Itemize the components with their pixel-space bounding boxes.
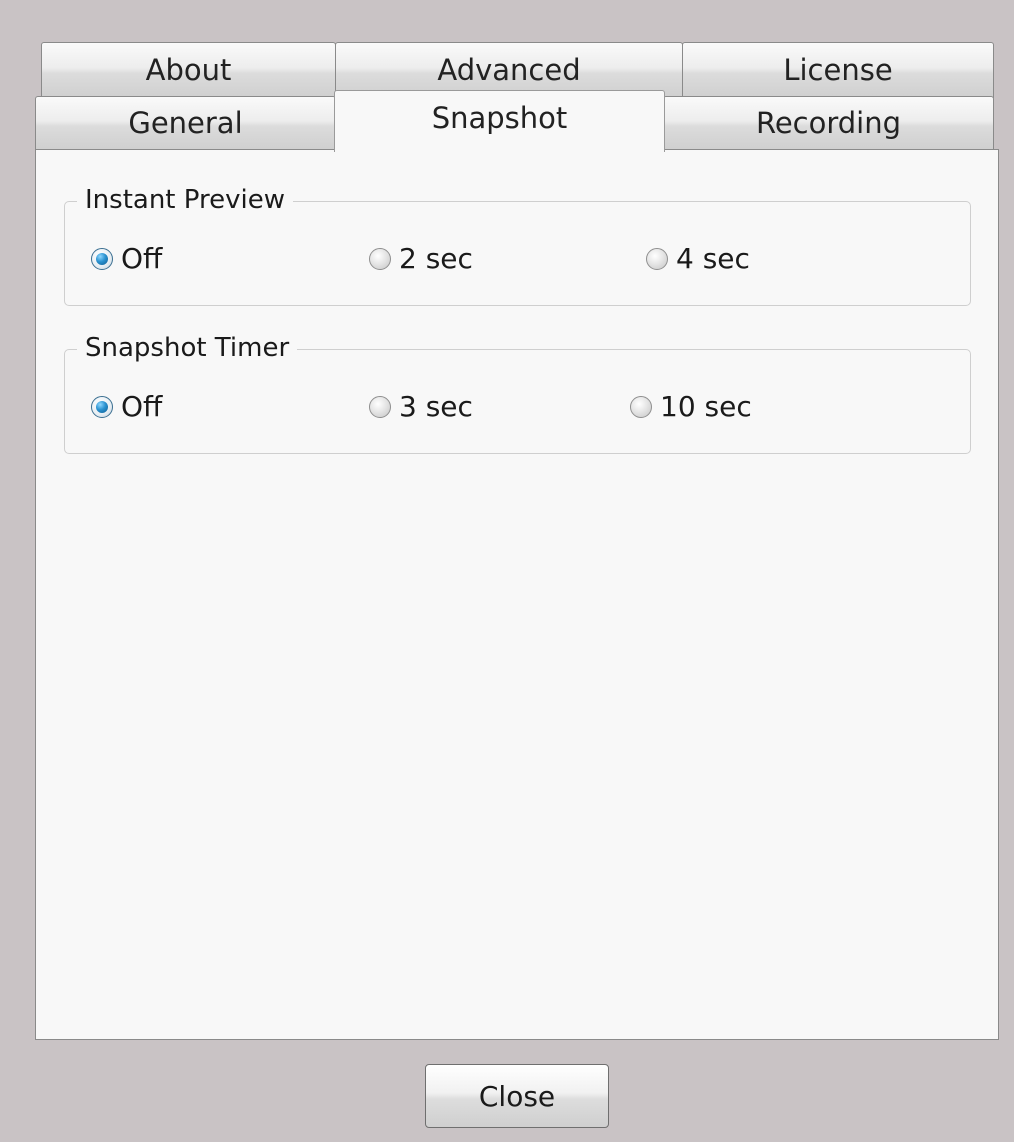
instant-preview-title: Instant Preview — [77, 184, 293, 216]
radio-unchecked-icon[interactable] — [646, 247, 668, 270]
instant-preview-2sec-label: 2 sec — [399, 242, 473, 275]
snapshot-timer-10sec-label: 10 sec — [660, 390, 752, 423]
instant-preview-off-label: Off — [121, 242, 163, 275]
snapshot-timer-off-label: Off — [121, 390, 163, 423]
settings-dialog: About Advanced License General Snapshot … — [0, 0, 1014, 1142]
tab-snapshot[interactable]: Snapshot — [334, 90, 665, 152]
tab-about[interactable]: About — [41, 42, 336, 98]
instant-preview-4sec-option[interactable]: 4 sec — [646, 242, 750, 275]
instant-preview-2sec-option[interactable]: 2 sec — [369, 242, 473, 275]
snapshot-timer-3sec-label: 3 sec — [399, 390, 473, 423]
tab-general[interactable]: General — [35, 96, 336, 150]
snapshot-timer-off-option[interactable]: Off — [91, 390, 162, 423]
tab-advanced-label: Advanced — [437, 53, 581, 87]
dialog-top-edge — [8, 0, 1014, 10]
tab-snapshot-label: Snapshot — [431, 101, 568, 135]
instant-preview-group: Instant Preview Off 2 sec 4 sec — [64, 184, 971, 306]
tab-recording-label: Recording — [755, 106, 902, 140]
tab-about-label: About — [145, 53, 232, 87]
snapshot-timer-group: Snapshot Timer Off 3 sec 10 sec — [64, 332, 971, 454]
tab-license-label: License — [783, 53, 893, 87]
radio-checked-icon[interactable] — [91, 247, 113, 270]
snapshot-timer-title: Snapshot Timer — [77, 332, 298, 364]
instant-preview-off-option[interactable]: Off — [91, 242, 162, 275]
tab-general-label: General — [128, 106, 243, 140]
radio-unchecked-icon[interactable] — [369, 395, 391, 418]
radio-unchecked-icon[interactable] — [630, 395, 652, 418]
instant-preview-4sec-label: 4 sec — [676, 242, 750, 275]
tab-license[interactable]: License — [682, 42, 994, 98]
radio-checked-icon[interactable] — [91, 395, 113, 418]
snapshot-timer-3sec-option[interactable]: 3 sec — [369, 390, 473, 423]
close-button[interactable]: Close — [425, 1064, 609, 1128]
tab-recording[interactable]: Recording — [663, 96, 994, 150]
snapshot-tab-panel: Instant Preview Off 2 sec 4 sec Snapshot… — [35, 149, 999, 1040]
snapshot-timer-10sec-option[interactable]: 10 sec — [630, 390, 752, 423]
radio-unchecked-icon[interactable] — [369, 247, 391, 270]
